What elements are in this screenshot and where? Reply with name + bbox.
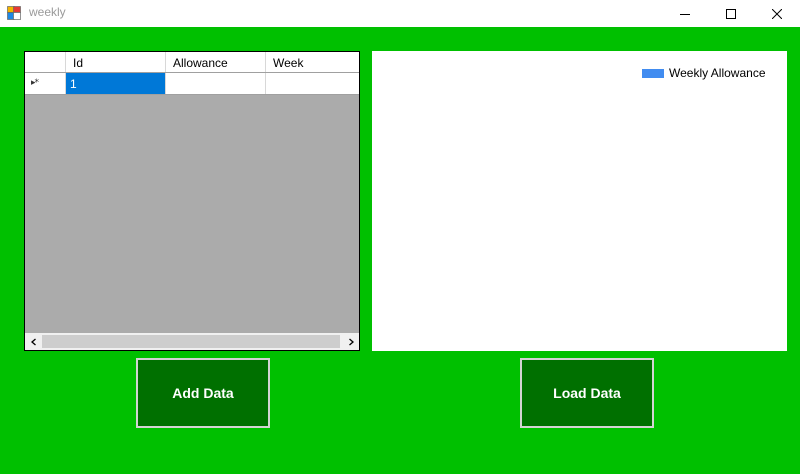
grid-header-row: Id Allowance Week: [25, 52, 359, 73]
cell-week[interactable]: [266, 73, 359, 94]
legend-label: Weekly Allowance: [669, 66, 766, 80]
close-icon: [772, 8, 782, 19]
title-bar[interactable]: weekly: [0, 0, 800, 27]
cell-allowance[interactable]: [166, 73, 266, 94]
table-row[interactable]: ▸* 1: [25, 73, 359, 95]
window-title: weekly: [29, 5, 66, 19]
chart-area: Weekly Allowance: [372, 51, 787, 351]
legend-swatch: [642, 68, 664, 78]
column-header-allowance[interactable]: Allowance: [166, 52, 266, 72]
minimize-icon: [680, 13, 690, 15]
minimize-button[interactable]: [662, 0, 708, 27]
data-grid[interactable]: Id Allowance Week ▸* 1: [24, 51, 360, 351]
chevron-left-icon: [30, 338, 36, 345]
column-header-week[interactable]: Week: [266, 52, 359, 72]
horizontal-scrollbar[interactable]: [25, 333, 359, 350]
row-header-new-row-icon[interactable]: ▸*: [25, 73, 66, 94]
maximize-button[interactable]: [708, 0, 754, 27]
scrollbar-thumb[interactable]: [42, 335, 340, 348]
load-data-button[interactable]: Load Data: [520, 358, 654, 428]
scroll-right-button[interactable]: [342, 333, 359, 350]
grid-corner-header[interactable]: [25, 52, 66, 72]
scroll-left-button[interactable]: [25, 333, 42, 350]
add-data-button[interactable]: Add Data: [136, 358, 270, 428]
chart-legend: Weekly Allowance: [642, 66, 766, 80]
maximize-icon: [726, 8, 736, 19]
app-icon: [7, 5, 21, 20]
cell-id[interactable]: 1: [66, 73, 166, 94]
close-button[interactable]: [754, 0, 800, 27]
column-header-id[interactable]: Id: [66, 52, 166, 72]
chevron-right-icon: [348, 338, 354, 345]
